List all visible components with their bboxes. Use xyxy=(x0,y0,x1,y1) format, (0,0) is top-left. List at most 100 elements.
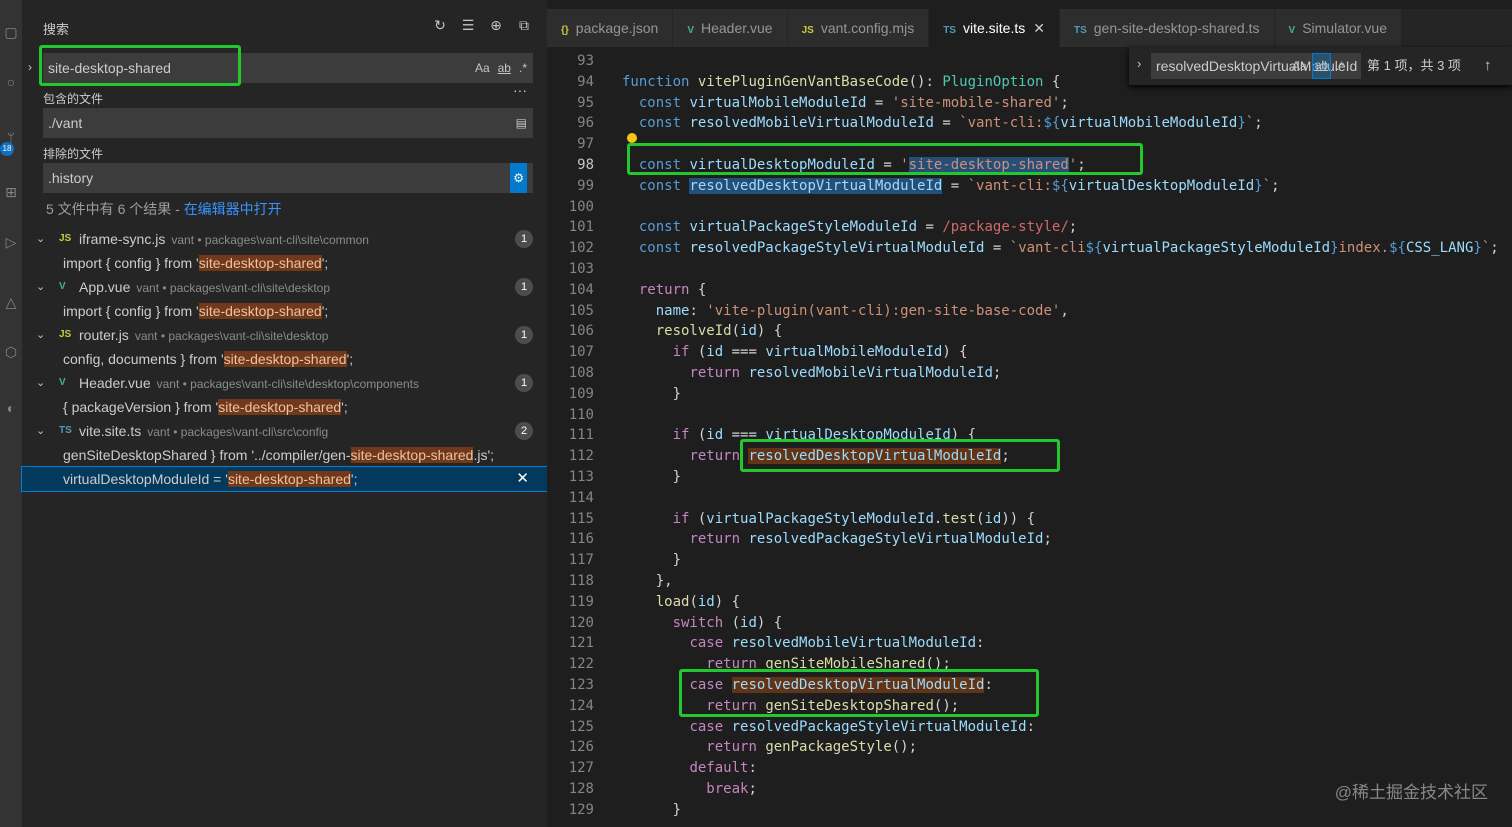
line-number: 125 xyxy=(568,718,594,735)
exclude-input[interactable]: .history ⚙ xyxy=(43,163,533,193)
match-case-icon[interactable]: Aa xyxy=(475,53,490,83)
result-file-name: router.js vant • packages\vant-cli\site\d… xyxy=(79,323,328,348)
file-type-icon: V xyxy=(59,377,66,388)
code-line: 101 const virtualPackageStyleModuleId = … xyxy=(547,217,1512,238)
include-input[interactable]: ./vant ▤ xyxy=(43,108,533,138)
file-name-text: router.js xyxy=(79,327,129,343)
refresh-icon[interactable]: ↻ xyxy=(431,16,449,34)
code-line: 100 xyxy=(547,197,1512,218)
result-file-0[interactable]: ⌄ JS iframe-sync.js vant • packages\vant-cl… xyxy=(22,227,547,251)
line-number: 118 xyxy=(568,573,594,589)
match-suffix: '; xyxy=(346,351,354,367)
clear-results-icon[interactable]: ☰ xyxy=(459,16,477,34)
file-path: vant • packages\vant-cli\site\desktop xyxy=(136,281,331,295)
match-prefix: { packageVersion } from ' xyxy=(63,399,219,415)
remote-icon[interactable]: △ xyxy=(0,292,22,312)
lightbulb-icon[interactable] xyxy=(627,133,637,143)
line-number: 126 xyxy=(568,739,594,756)
match-highlight: site-desktop-shared xyxy=(227,471,351,487)
result-match[interactable]: { packageVersion } from 'site-desktop-sh… xyxy=(22,395,547,419)
file-name-text: vite.site.ts xyxy=(79,423,142,439)
match-prefix: virtualDesktopModuleId = ' xyxy=(63,471,228,487)
tab-label: gen-site-desktop-shared.ts xyxy=(1093,20,1260,36)
line-source: const resolvedDesktopVirtualModuleId = `… xyxy=(638,177,1280,194)
package-icon[interactable]: ⬡ xyxy=(0,342,22,362)
result-file-4[interactable]: ⌄ TS vite.site.ts vant • packages\vant-cli\… xyxy=(22,419,547,443)
tab-1[interactable]: V Header.vue xyxy=(673,9,788,47)
extensions-icon[interactable]: ⊞ xyxy=(0,182,22,202)
include-label: 包含的文件 xyxy=(43,92,104,106)
previous-match-icon[interactable]: ↑ xyxy=(1484,53,1492,79)
result-file-1[interactable]: ⌄ V App.vue vant • packages\vant-cli\site\d… xyxy=(22,275,547,299)
line-number: 129 xyxy=(568,801,594,818)
chevron-down-icon[interactable]: ⌄ xyxy=(36,371,45,395)
annotation-box-line123 xyxy=(679,669,1039,717)
find-match-case-icon[interactable]: Aa xyxy=(1292,53,1307,79)
tab-5[interactable]: V Simulator.vue xyxy=(1274,9,1403,47)
line-source: return { xyxy=(638,281,707,298)
code-line: 96 const resolvedMobileVirtualModuleId =… xyxy=(547,113,1512,134)
line-source: return resolvedPackageStyleVirtualModule… xyxy=(689,531,1052,548)
explorer-icon[interactable]: ▢ xyxy=(0,22,22,42)
toggle-replace-chevron-icon[interactable]: › xyxy=(1137,56,1141,71)
chevron-down-icon[interactable]: ⌄ xyxy=(36,323,45,347)
account-icon[interactable]: ◐ xyxy=(0,398,22,418)
line-source: const virtualMobileModuleId = 'site-mobi… xyxy=(638,94,1069,111)
line-source: load(id) { xyxy=(655,593,741,610)
line-number: 124 xyxy=(568,697,594,714)
tab-0[interactable]: {} package.json xyxy=(547,9,674,47)
result-file-3[interactable]: ⌄ V Header.vue vant • packages\vant-cli\sit… xyxy=(22,371,547,395)
run-icon[interactable]: ▷ xyxy=(0,232,22,252)
chevron-down-icon[interactable]: ⌄ xyxy=(36,419,45,443)
find-widget: › resolvedDesktopVirtualModuleId Aa ab .… xyxy=(1129,47,1512,85)
line-source: return resolvedMobileVirtualModuleId; xyxy=(689,365,1002,381)
use-exclude-settings-icon[interactable]: ⚙ xyxy=(510,163,527,193)
tab-2[interactable]: JS vant.config.mjs xyxy=(787,9,930,47)
result-match[interactable]: genSiteDesktopShared } from '../compiler… xyxy=(22,443,547,467)
result-match[interactable]: virtualDesktopModuleId = 'site-desktop-s… xyxy=(21,466,548,492)
open-editors-only-icon[interactable]: ▤ xyxy=(516,108,527,138)
find-regex-icon[interactable]: .* xyxy=(1336,53,1344,79)
line-source: } xyxy=(672,801,682,818)
find-match-word-icon[interactable]: ab xyxy=(1311,53,1332,79)
line-number: 120 xyxy=(568,614,594,631)
code-line: 119 load(id) { xyxy=(547,592,1512,613)
exclude-value: .history xyxy=(48,170,94,186)
collapse-all-icon[interactable]: ⧉ xyxy=(515,16,533,34)
regex-icon[interactable]: .* xyxy=(519,53,527,83)
match-suffix: '; xyxy=(350,471,358,487)
match-word-icon[interactable]: ab xyxy=(498,53,511,83)
close-tab-icon[interactable]: ✕ xyxy=(1033,20,1045,36)
result-match[interactable]: config, documents } from 'site-desktop-s… xyxy=(22,347,547,371)
line-source: const resolvedPackageStyleVirtualModuleI… xyxy=(638,240,1499,257)
file-name-text: iframe-sync.js xyxy=(79,231,166,247)
line-number: 114 xyxy=(568,489,594,506)
match-highlight: site-desktop-shared xyxy=(350,447,474,463)
file-path: vant • packages\vant-cli\src\config xyxy=(147,425,329,439)
code-line: 110 xyxy=(547,405,1512,426)
result-match[interactable]: import { config } from 'site-desktop-sha… xyxy=(22,299,547,323)
toggle-replace-icon[interactable]: › xyxy=(28,60,32,74)
new-search-editor-icon[interactable]: ⊕ xyxy=(487,16,505,34)
tab-4[interactable]: TS gen-site-desktop-shared.ts xyxy=(1059,9,1275,47)
chevron-down-icon[interactable]: ⌄ xyxy=(36,275,45,299)
match-suffix: '; xyxy=(321,255,329,271)
code-line: 126 return genPackageStyle(); xyxy=(547,737,1512,758)
line-number: 122 xyxy=(568,656,594,673)
tab-file-icon: V xyxy=(1288,25,1296,36)
chevron-down-icon[interactable]: ⌄ xyxy=(36,227,45,251)
code-line: 99 const resolvedDesktopVirtualModuleId … xyxy=(547,176,1512,197)
open-in-editor-link[interactable]: 在编辑器中打开 xyxy=(184,201,282,217)
line-source: resolveId(id) { xyxy=(655,323,783,340)
source-control-badge: 18 xyxy=(0,142,14,156)
result-file-2[interactable]: ⌄ JS router.js vant • packages\vant-cli\sit… xyxy=(22,323,547,347)
match-count-badge: 1 xyxy=(515,230,533,248)
result-match[interactable]: import { config } from 'site-desktop-sha… xyxy=(22,251,547,275)
file-type-icon: JS xyxy=(59,329,72,340)
more-options-icon[interactable]: ··· xyxy=(513,82,527,98)
search-icon[interactable]: ○ xyxy=(0,72,22,92)
line-number: 102 xyxy=(568,240,594,257)
editor-area: {} package.json V Header.vue JS vant.config.m… xyxy=(547,0,1512,827)
dismiss-result-icon[interactable]: ✕ xyxy=(516,467,529,491)
tab-3[interactable]: TS vite.site.ts ✕ xyxy=(929,9,1060,47)
